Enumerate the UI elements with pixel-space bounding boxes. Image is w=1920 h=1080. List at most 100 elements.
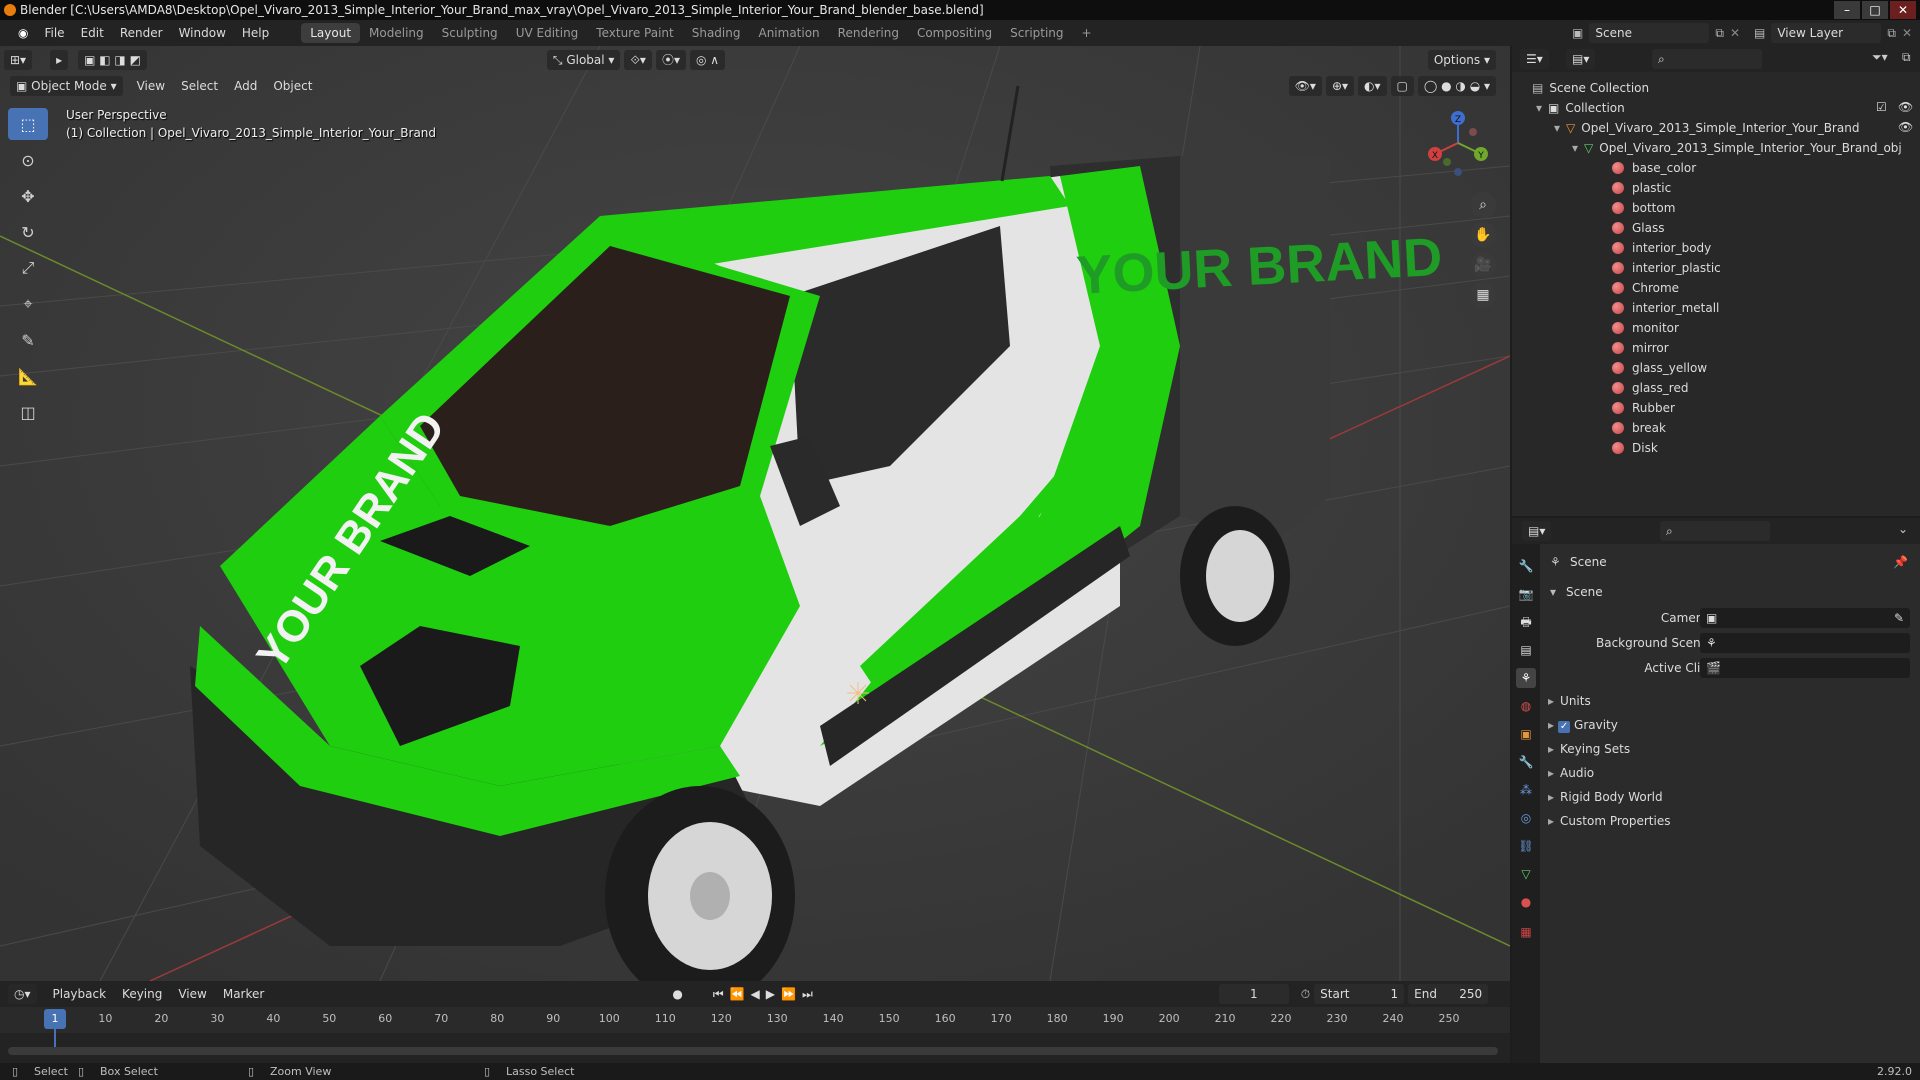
view-layer-selector[interactable]: View Layer (1771, 23, 1882, 43)
end-frame-field[interactable]: End 250 (1408, 984, 1489, 1004)
modifier-tab-icon[interactable]: 🔧 (1516, 752, 1536, 772)
add-workspace-icon[interactable]: + (1073, 23, 1101, 43)
panel-rigid-body-world[interactable]: ▸ Rigid Body World (1548, 790, 1663, 804)
pivot-icon[interactable]: ⟐▾ (624, 50, 652, 70)
minimize-button[interactable]: – (1834, 1, 1860, 19)
data-tab-icon[interactable]: ▽ (1516, 864, 1536, 884)
playback-controls[interactable]: ⏮⏪◀▶⏩⏭ (713, 987, 819, 1002)
collection-checkbox[interactable]: ☑ (1876, 100, 1887, 114)
outliner-material-item[interactable]: Glass (1612, 218, 1665, 238)
editor-type-icon[interactable]: ⊞▾ (4, 50, 33, 70)
properties-editor-type-icon[interactable]: ▤▾ (1522, 521, 1552, 541)
start-frame-field[interactable]: Start 1 (1314, 984, 1405, 1004)
timeline-menu-marker[interactable]: Marker (215, 987, 272, 1001)
view-layer-delete-icon[interactable]: ✕ (1902, 26, 1912, 40)
panel-keying-sets[interactable]: ▸ Keying Sets (1548, 742, 1630, 756)
cursor-tool-icon[interactable]: ⊙ (8, 144, 48, 176)
panel-audio[interactable]: ▸ Audio (1548, 766, 1594, 780)
proportional-edit-icon[interactable]: ◎ ∧ (689, 50, 726, 70)
object-visibility-icon[interactable]: 👁 (1898, 120, 1913, 134)
camera-field[interactable]: ▣ ✎ (1700, 608, 1910, 628)
timeline-editor-type-icon[interactable]: ◷▾ (8, 984, 37, 1004)
overlay-toggle-icon[interactable]: ◐▾ (1358, 76, 1387, 96)
outliner-material-item[interactable]: base_color (1612, 158, 1696, 178)
maximize-button[interactable]: □ (1862, 1, 1888, 19)
gravity-checkbox[interactable]: ✓ (1558, 721, 1571, 733)
material-tab-icon[interactable]: ● (1516, 892, 1536, 912)
tab-sculpting[interactable]: Sculpting (433, 23, 507, 43)
particles-tab-icon[interactable]: ⁂ (1516, 780, 1536, 800)
ortho-grid-icon[interactable]: ▦ (1470, 282, 1496, 308)
tab-animation[interactable]: Animation (749, 23, 828, 43)
tool-tab-icon[interactable]: 🔧 (1516, 556, 1536, 576)
outliner-material-item[interactable]: plastic (1612, 178, 1671, 198)
object-tab-icon[interactable]: ▣ (1516, 724, 1536, 744)
view-layer-tab-icon[interactable]: ▤ (1516, 640, 1536, 660)
outliner-material-item[interactable]: Chrome (1612, 278, 1679, 298)
view-layer-new-icon[interactable]: ⧉ (1887, 26, 1896, 41)
mode-selector[interactable]: ▣ Object Mode ▾ (10, 76, 123, 96)
playhead[interactable]: 1 (44, 1009, 66, 1029)
add-cube-tool-icon[interactable]: ◫ (8, 396, 48, 428)
blender-menu-icon[interactable]: ◉ (10, 20, 36, 46)
viewport-menu-object[interactable]: Object (265, 79, 320, 93)
close-button[interactable]: ✕ (1890, 1, 1916, 19)
outliner-material-item[interactable]: monitor (1612, 318, 1679, 338)
tab-rendering[interactable]: Rendering (829, 23, 908, 43)
transform-orientation[interactable]: ⤡ Global ▾ (546, 50, 621, 70)
timeline-ruler[interactable]: 1 10 20 30 40 50 60 70 80 90 100 110 120 130 140 150 160… (0, 1007, 1510, 1055)
render-tab-icon[interactable]: 📷 (1516, 584, 1536, 604)
navigation-gizmo[interactable]: Z X Y (1425, 110, 1491, 176)
panel-custom-properties[interactable]: ▸ Custom Properties (1548, 814, 1670, 828)
outliner-collection[interactable]: ▾ ▣ Collection (1536, 98, 1625, 118)
filter-icon[interactable]: ⏷▾ (1872, 50, 1888, 65)
tab-scripting[interactable]: Scripting (1001, 23, 1072, 43)
physics-tab-icon[interactable]: ◎ (1516, 808, 1536, 828)
viewport-menu-view[interactable]: View (129, 79, 173, 93)
rotate-tool-icon[interactable]: ↻ (8, 216, 48, 248)
pin-icon[interactable]: 📌 (1893, 550, 1908, 574)
scene-delete-icon[interactable]: ✕ (1730, 26, 1740, 40)
auto-key-icon[interactable]: ● (672, 987, 682, 1001)
select-tool-icon[interactable]: ▸ (50, 50, 69, 70)
timeline-menu-playback[interactable]: Playback (45, 987, 115, 1001)
3d-viewport[interactable]: YOUR BRAND YOUR BRAND (0, 46, 1510, 981)
timeline-menu-view[interactable]: View (170, 987, 214, 1001)
menu-render[interactable]: Render (112, 20, 171, 46)
outliner-material-item[interactable]: glass_red (1612, 378, 1688, 398)
outliner-material-item[interactable]: break (1612, 418, 1666, 438)
menu-help[interactable]: Help (234, 20, 277, 46)
background-scene-field[interactable]: ⚘ (1700, 633, 1910, 653)
snap-icon[interactable]: ⦿▾ (655, 50, 686, 70)
tab-compositing[interactable]: Compositing (908, 23, 1001, 43)
shading-modes-icon[interactable]: ◯ ● ◑ ◒ ▾ (1417, 76, 1496, 96)
outliner-scene-collection[interactable]: ▤ Scene Collection (1532, 78, 1649, 98)
outliner-material-item[interactable]: bottom (1612, 198, 1675, 218)
output-tab-icon[interactable]: 🖶 (1516, 612, 1536, 632)
camera-view-icon[interactable]: 🎥 (1470, 252, 1496, 278)
outliner-object[interactable]: ▾ ▽ Opel_Vivaro_2013_Simple_Interior_Your_… (1554, 118, 1859, 138)
panel-gravity[interactable]: ▸ ✓ Gravity (1548, 718, 1618, 733)
outliner-material-item[interactable]: interior_body (1612, 238, 1711, 258)
outliner-editor-type-icon[interactable]: ☰▾ (1520, 49, 1549, 69)
viewport-menu-select[interactable]: Select (173, 79, 226, 93)
scale-tool-icon[interactable]: ⤢ (8, 252, 48, 284)
tab-uv-editing[interactable]: UV Editing (507, 23, 588, 43)
eyedropper-icon[interactable]: ✎ (1894, 606, 1904, 630)
outliner-material-item[interactable]: mirror (1612, 338, 1669, 358)
tab-layout[interactable]: Layout (301, 23, 361, 43)
menu-window[interactable]: Window (171, 20, 234, 46)
tab-modeling[interactable]: Modeling (360, 23, 433, 43)
outliner-material-item[interactable]: interior_plastic (1612, 258, 1721, 278)
transform-tool-icon[interactable]: ⌖ (8, 288, 48, 320)
constraints-tab-icon[interactable]: ⛓ (1516, 836, 1536, 856)
menu-edit[interactable]: Edit (73, 20, 112, 46)
viewport-menu-add[interactable]: Add (226, 79, 265, 93)
view-layer-icon[interactable]: ▤ (1754, 26, 1765, 40)
timeline-scrollbar[interactable] (8, 1047, 1498, 1055)
display-mode-icon[interactable]: ▤▾ (1566, 49, 1596, 69)
visibility-icon[interactable]: 👁▾ (1288, 76, 1322, 96)
select-box-tool-icon[interactable]: ⬚ (8, 108, 48, 140)
scene-new-icon[interactable]: ⧉ (1715, 26, 1724, 41)
options-dropdown[interactable]: Options ▾ (1427, 50, 1496, 70)
